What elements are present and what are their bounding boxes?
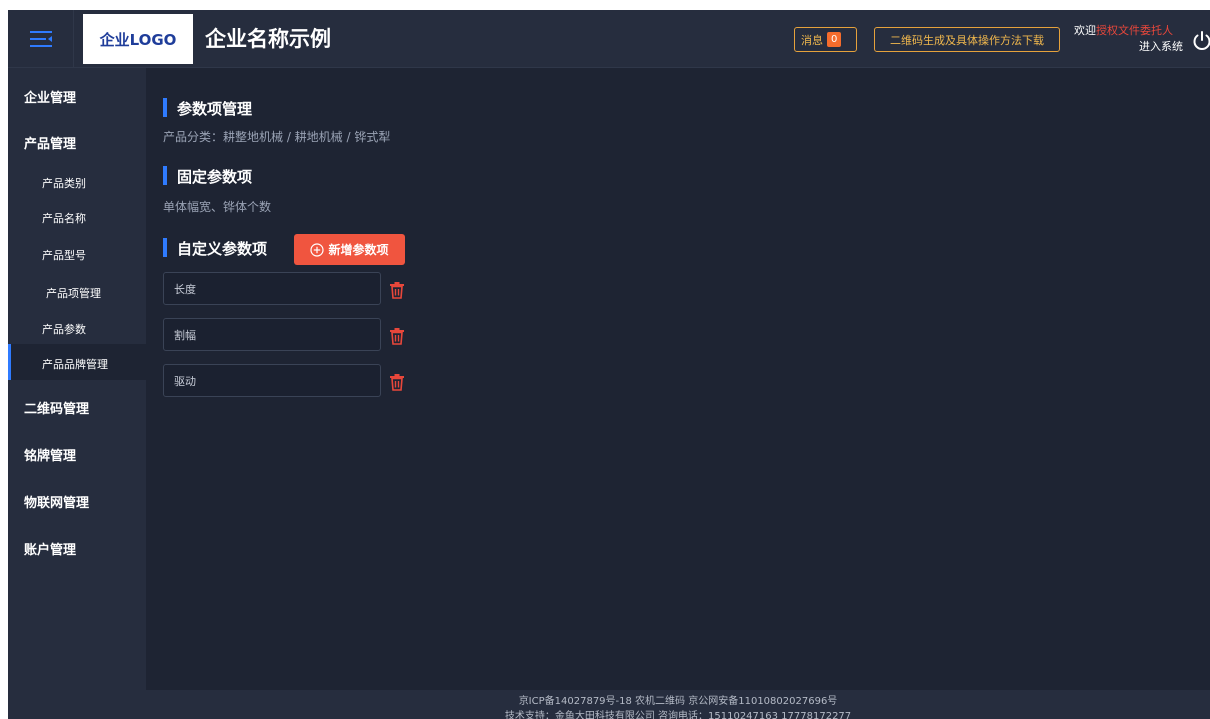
app-frame: 企业LOGO 企业名称示例 消息 0 二维码生成及具体操作方法下载 欢迎授权文件… xyxy=(0,0,1210,719)
sidebar-item-products[interactable]: 产品管理 xyxy=(24,133,76,152)
page-left-margin xyxy=(0,0,8,719)
footer-icp-info: 京ICP备14027879号-18 农机二维码 京公网安备11010802027… xyxy=(518,696,838,707)
section-title-custom-params: 自定义参数项 xyxy=(177,240,268,258)
trash-icon[interactable] xyxy=(389,327,405,345)
sidebar-item-iot[interactable]: 物联网管理 xyxy=(24,492,89,511)
welcome-user: 授权文件委托人 xyxy=(1096,24,1173,37)
messages-button[interactable]: 消息 0 xyxy=(794,27,857,52)
sidebar-item-enterprise[interactable]: 企业管理 xyxy=(24,87,76,106)
menu-toggle-button[interactable] xyxy=(8,10,74,68)
main-content: 参数项管理 产品分类：耕整地机械 / 耕地机械 / 铧式犁 固定参数项 单体幅宽… xyxy=(146,68,1210,690)
sidebar-item-product-items[interactable]: 产品项管理 xyxy=(46,285,101,301)
qr-guide-download-button[interactable]: 二维码生成及具体操作方法下载 xyxy=(874,27,1060,52)
section-title-fixed-params: 固定参数项 xyxy=(177,168,253,186)
sidebar: 企业管理 产品管理 产品类别 产品名称 产品型号 产品项管理 产品参数 产品品牌… xyxy=(8,68,146,719)
footer-support-info: 技术支持：金鱼大田科技有限公司 咨询电话：15110247163 1777817… xyxy=(504,711,852,719)
section-marker xyxy=(163,238,167,257)
messages-count-badge: 0 xyxy=(827,32,842,47)
power-icon[interactable] xyxy=(1191,30,1210,52)
company-name: 企业名称示例 xyxy=(205,27,331,51)
plus-circle-icon xyxy=(310,242,325,257)
section-marker xyxy=(163,98,167,117)
fixed-params-list: 单体幅宽、铧体个数 xyxy=(163,200,272,214)
menu-collapse-icon xyxy=(29,31,52,47)
add-param-button[interactable]: 新增参数项 xyxy=(294,234,405,265)
sidebar-item-product-brand[interactable]: 产品品牌管理 xyxy=(42,356,108,372)
custom-param-input[interactable] xyxy=(163,364,381,397)
trash-icon[interactable] xyxy=(389,281,405,299)
sidebar-item-product-category[interactable]: 产品类别 xyxy=(42,175,86,191)
logo-text: 企业LOGO xyxy=(99,30,177,49)
messages-label: 消息 xyxy=(801,33,823,47)
welcome-text: 欢迎授权文件委托人 xyxy=(1074,22,1173,38)
footer: 京ICP备14027879号-18 农机二维码 京公网安备11010802027… xyxy=(146,690,1210,719)
trash-icon[interactable] xyxy=(389,373,405,391)
sidebar-item-product-params[interactable]: 产品参数 xyxy=(42,321,86,337)
sidebar-item-account[interactable]: 账户管理 xyxy=(24,539,76,558)
enter-system-link[interactable]: 进入系统 xyxy=(1139,38,1183,54)
product-category-breadcrumb: 产品分类：耕整地机械 / 耕地机械 / 铧式犁 xyxy=(163,130,391,144)
sidebar-item-product-name[interactable]: 产品名称 xyxy=(42,210,86,226)
sidebar-active-indicator xyxy=(8,344,11,380)
welcome-prefix: 欢迎 xyxy=(1074,24,1096,37)
company-logo: 企业LOGO xyxy=(83,14,193,64)
sidebar-item-nameplate[interactable]: 铭牌管理 xyxy=(24,445,76,464)
sidebar-item-qrcode[interactable]: 二维码管理 xyxy=(24,398,89,417)
custom-param-input[interactable] xyxy=(163,318,381,351)
page-top-margin xyxy=(0,0,1210,10)
top-header: 企业LOGO 企业名称示例 消息 0 二维码生成及具体操作方法下载 欢迎授权文件… xyxy=(8,10,1210,68)
custom-param-input[interactable] xyxy=(163,272,381,305)
section-title-param-management: 参数项管理 xyxy=(177,100,253,118)
section-marker xyxy=(163,166,167,185)
sidebar-item-product-model[interactable]: 产品型号 xyxy=(42,247,86,263)
add-param-label: 新增参数项 xyxy=(328,243,389,257)
